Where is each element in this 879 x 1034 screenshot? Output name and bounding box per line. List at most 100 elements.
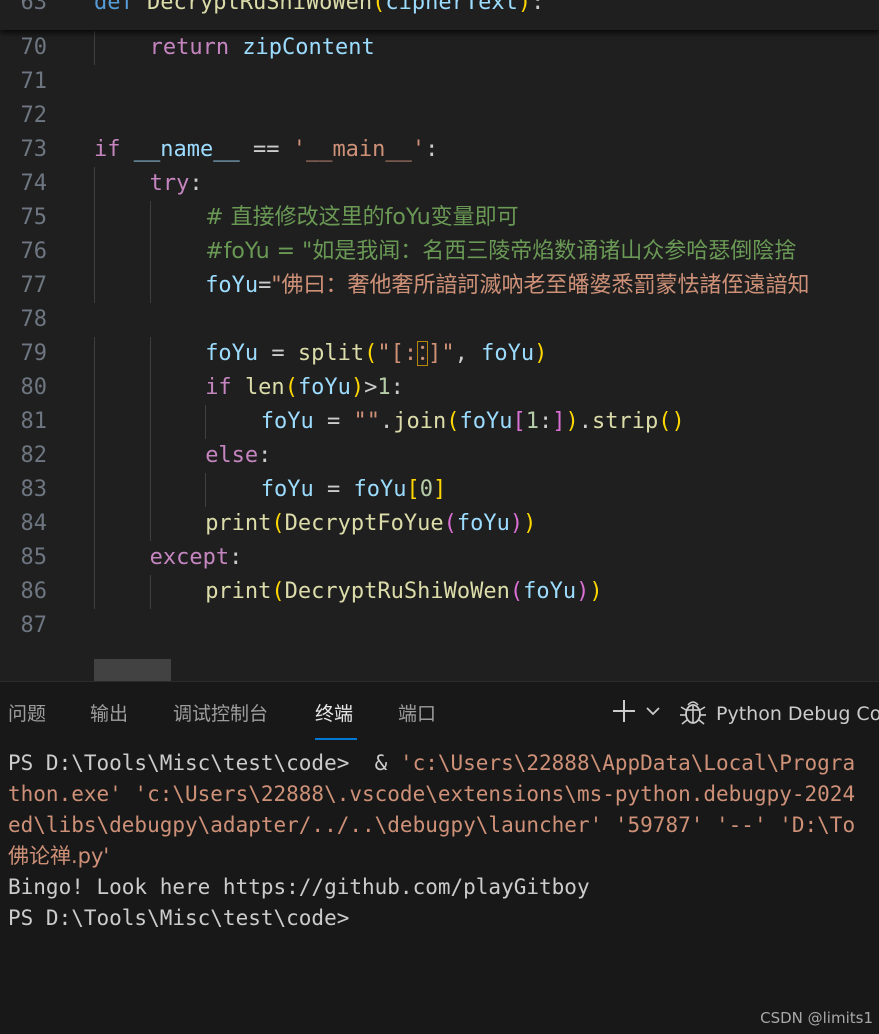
line-number: 71 bbox=[20, 69, 48, 94]
indent-guide bbox=[94, 575, 95, 609]
code-line[interactable]: 77 foYu="佛曰：奢他奢所諳訶滅吶老至皤婆悉罰蒙怯諸侄遠諳知 bbox=[0, 269, 879, 303]
code-line[interactable]: 86 print(DecryptRuShiWoWen(foYu)) bbox=[0, 575, 879, 609]
terminal-line: Bingo! Look here https://github.com/play… bbox=[8, 872, 879, 903]
code-token: ( bbox=[271, 579, 285, 604]
code-token: = bbox=[258, 273, 272, 298]
code-line[interactable]: 87 bbox=[0, 609, 879, 643]
code-token: "佛曰：奢他奢所諳訶滅吶老至皤婆悉罰蒙怯諸侄遠諳知 bbox=[271, 273, 810, 298]
code-line[interactable]: 71 bbox=[0, 65, 879, 99]
tab-problems[interactable]: 问题 bbox=[8, 702, 46, 726]
code-line[interactable]: 79 foYu = split("[:：]", foYu) bbox=[0, 337, 879, 371]
code-token: : bbox=[531, 0, 545, 15]
indent-guide bbox=[149, 269, 151, 303]
tab-ports[interactable]: 端口 bbox=[398, 702, 436, 726]
code-token: DecryptRuShiWoWen bbox=[284, 579, 510, 604]
code-token: if bbox=[94, 137, 134, 162]
code-line[interactable]: 73 if __name__ == '__main__': bbox=[0, 133, 879, 167]
tab-debug-console[interactable]: 调试控制台 bbox=[173, 702, 268, 726]
tab-terminal[interactable]: 终端 bbox=[315, 702, 353, 726]
code-token: ( bbox=[364, 341, 378, 366]
code-token: DecryptFoYue bbox=[284, 511, 444, 536]
line-number: 74 bbox=[20, 171, 48, 196]
code-line[interactable]: 85 except: bbox=[0, 541, 879, 575]
code-token: 1 bbox=[525, 409, 539, 434]
code-text: foYu = "".join(foYu[1:]).strip() bbox=[261, 405, 685, 439]
sticky-code-text: def DecryptRuShiWoWen(cipherText): bbox=[94, 0, 544, 20]
code-token: split bbox=[297, 341, 365, 366]
terminal-line: thon.exe' 'c:\Users\22888\.vscode\extens… bbox=[8, 779, 879, 810]
line-number: 72 bbox=[20, 103, 48, 128]
line-number: 84 bbox=[20, 511, 48, 536]
code-token: ) bbox=[523, 511, 537, 536]
line-number: 77 bbox=[20, 273, 48, 298]
code-token: ( bbox=[509, 579, 524, 604]
terminal-output[interactable]: PS D:\Tools\Misc\test\code> & 'c:\Users\… bbox=[8, 748, 879, 934]
indent-guide bbox=[94, 31, 95, 65]
code-token: else bbox=[205, 443, 259, 468]
code-text: foYu="佛曰：奢他奢所諳訶滅吶老至皤婆悉罰蒙怯諸侄遠諳知 bbox=[205, 269, 809, 303]
code-token: "[: bbox=[377, 341, 418, 366]
code-token: foYu bbox=[353, 477, 407, 502]
code-token: ] bbox=[433, 477, 447, 502]
code-token: ) bbox=[576, 579, 590, 604]
panel-tabs: 问题 输出 调试控制台 终端 端口 Python Debug Con bbox=[0, 682, 879, 744]
indent-guide bbox=[149, 439, 151, 473]
chevron-down-icon[interactable] bbox=[644, 702, 662, 720]
tab-output[interactable]: 输出 bbox=[90, 702, 128, 726]
code-line[interactable]: 82 else: bbox=[0, 439, 879, 473]
code-token: foYu bbox=[260, 409, 314, 434]
code-line[interactable]: 76 #foYu = "如是我闻：名西三陵帝焰数诵诸山众参哈瑟倒陰捨 bbox=[0, 235, 879, 269]
code-editor[interactable]: 63 def DecryptRuShiWoWen(cipherText): 70… bbox=[0, 0, 879, 681]
indent-guide bbox=[149, 337, 151, 371]
plus-icon[interactable] bbox=[610, 697, 638, 725]
code-line[interactable]: 84 print(DecryptFoYue(foYu)) bbox=[0, 507, 879, 541]
code-token: if bbox=[205, 375, 245, 400]
terminal-text: thon.exe' 'c:\Users\22888\.vscode\extens… bbox=[8, 782, 856, 806]
indent-guide bbox=[149, 201, 151, 235]
code-line[interactable]: 74 try: bbox=[0, 167, 879, 201]
terminal-line: PS D:\Tools\Misc\test\code> & 'c:\Users\… bbox=[8, 748, 879, 779]
terminal-profile-label[interactable]: Python Debug Con bbox=[716, 702, 879, 726]
code-token: 0 bbox=[419, 477, 434, 502]
code-token: "" bbox=[353, 409, 381, 434]
code-line[interactable]: 80 if len(foYu)>1: bbox=[0, 371, 879, 405]
indent-guide bbox=[94, 439, 95, 473]
code-token: foYu bbox=[297, 375, 351, 400]
code-text: foYu = foYu[0] bbox=[261, 473, 446, 507]
code-token: print bbox=[205, 579, 272, 604]
indent-guide bbox=[94, 201, 95, 235]
code-line[interactable]: 83 foYu = foYu[0] bbox=[0, 473, 879, 507]
code-token: [ bbox=[406, 477, 420, 502]
code-token: . bbox=[578, 409, 592, 434]
indent-guide bbox=[94, 473, 95, 507]
line-number: 75 bbox=[20, 205, 48, 230]
code-line[interactable]: 81 foYu = "".join(foYu[1:]).strip() bbox=[0, 405, 879, 439]
indent-guide bbox=[94, 405, 95, 439]
line-number: 87 bbox=[20, 613, 48, 638]
line-number: 81 bbox=[20, 409, 48, 434]
code-token: [ bbox=[512, 409, 526, 434]
code-token: ) bbox=[565, 409, 579, 434]
code-text: else: bbox=[205, 439, 271, 473]
terminal-text: PS D:\Tools\Misc\test\code> bbox=[8, 906, 350, 930]
horizontal-scrollbar[interactable] bbox=[94, 659, 171, 681]
code-token: ( bbox=[271, 511, 285, 536]
code-token: __name__ bbox=[133, 137, 240, 162]
code-line[interactable]: 72 bbox=[0, 99, 879, 133]
sticky-scroll-line[interactable]: 63 def DecryptRuShiWoWen(cipherText): bbox=[0, 0, 879, 30]
code-line[interactable]: 78 bbox=[0, 303, 879, 337]
indent-guide bbox=[94, 541, 95, 575]
code-line[interactable]: 75 # 直接修改这里的foYu变量即可 bbox=[0, 201, 879, 235]
code-token: strip bbox=[592, 409, 659, 434]
code-token: ] bbox=[552, 409, 566, 434]
indent-guide bbox=[94, 507, 95, 541]
code-text: if __name__ == '__main__': bbox=[94, 133, 438, 167]
terminal-line: 佛论禅.py' bbox=[8, 841, 879, 872]
indent-guide bbox=[205, 405, 207, 439]
bug-icon[interactable] bbox=[678, 697, 708, 727]
code-token: ( bbox=[446, 409, 460, 434]
line-number: 83 bbox=[20, 477, 48, 502]
code-token: return bbox=[149, 35, 243, 60]
code-line[interactable]: 70 return zipContent bbox=[0, 31, 879, 65]
indent-guide bbox=[94, 269, 95, 303]
